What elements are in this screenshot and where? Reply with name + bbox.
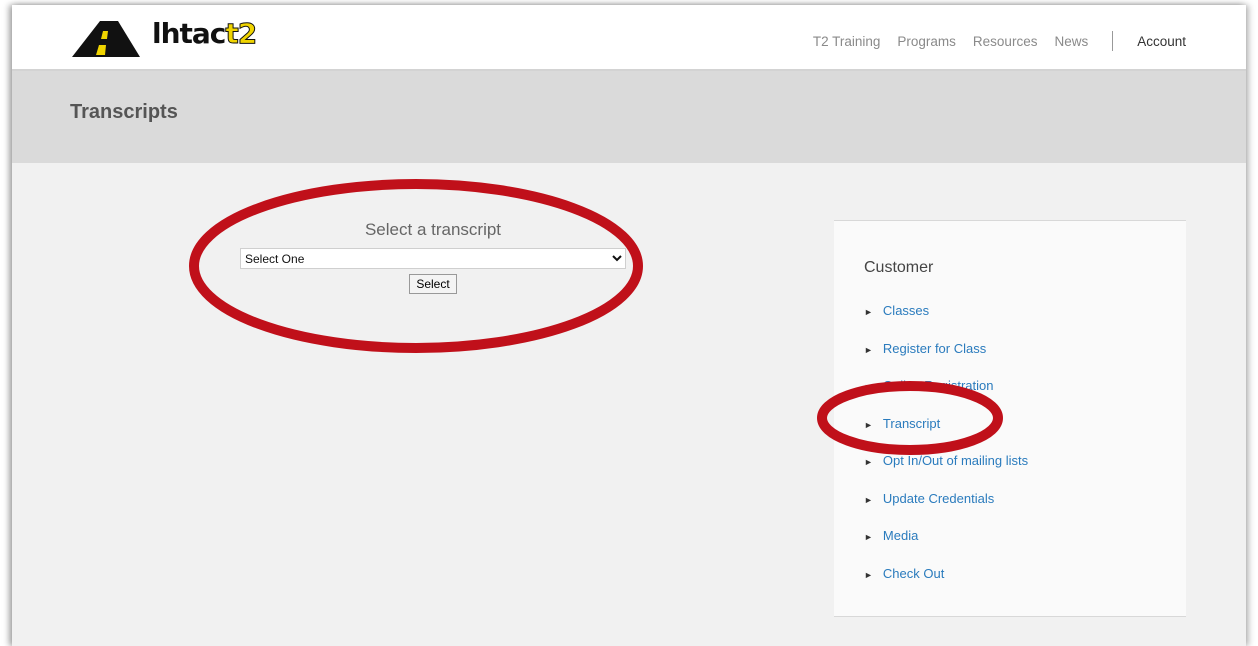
arrow-right-icon: ► — [864, 457, 873, 467]
page-banner: Transcripts — [12, 71, 1246, 163]
sidebar-title: Customer — [864, 259, 934, 276]
sidebar-item-online-registration[interactable]: ► Online Registration — [864, 378, 1028, 416]
picker-heading: Select a transcript — [364, 220, 502, 239]
top-navbar: lhtact2 T2 Training Programs Resources N… — [12, 5, 1246, 71]
site-logo[interactable]: lhtact2 — [152, 17, 258, 51]
sidebar-item-label[interactable]: Opt In/Out of mailing lists — [883, 453, 1028, 468]
arrow-right-icon: ► — [864, 307, 873, 317]
sidebar-item-label[interactable]: Update Credentials — [883, 491, 994, 506]
sidebar-item-update-credentials[interactable]: ► Update Credentials — [864, 491, 1028, 529]
arrow-right-icon: ► — [864, 382, 873, 392]
page-title: Transcripts — [70, 101, 178, 123]
sidebar-item-media[interactable]: ► Media — [864, 528, 1028, 566]
sidebar-item-register-for-class[interactable]: ► Register for Class — [864, 341, 1028, 379]
sidebar-item-check-out[interactable]: ► Check Out — [864, 566, 1028, 604]
arrow-right-icon: ► — [864, 532, 873, 542]
nav-t2-training[interactable]: T2 Training — [813, 34, 881, 49]
sidebar-item-mailing-lists[interactable]: ► Opt In/Out of mailing lists — [864, 453, 1028, 491]
arrow-right-icon: ► — [864, 569, 873, 580]
nav-programs[interactable]: Programs — [897, 34, 956, 49]
select-button[interactable]: Select — [409, 274, 457, 294]
sidebar-item-transcript[interactable]: ► Transcript — [864, 416, 1028, 454]
nav-divider — [1112, 31, 1114, 51]
sidebar-item-label[interactable]: Register for Class — [883, 341, 986, 356]
sidebar-item-label[interactable]: Media — [883, 528, 918, 543]
nav-news[interactable]: News — [1054, 34, 1088, 49]
arrow-right-icon: ► — [864, 419, 873, 430]
sidebar-item-label[interactable]: Online Registration — [883, 378, 994, 393]
main-nav: T2 Training Programs Resources News Acco… — [796, 31, 1186, 51]
sidebar-item-label[interactable]: Transcript — [883, 416, 940, 431]
logo-text-main: lhtac — [152, 17, 226, 50]
transcript-picker: Select a transcript Select One Select — [240, 220, 626, 294]
customer-sidebar: Customer ► Classes ► Register for Class ► O… — [834, 220, 1186, 617]
logo-text-accent: t2 — [225, 17, 258, 51]
sidebar-item-label[interactable]: Classes — [883, 303, 929, 318]
nav-resources[interactable]: Resources — [973, 34, 1038, 49]
road-logo-icon[interactable] — [70, 19, 142, 59]
sidebar-menu: ► Classes ► Register for Class ► Online Reg… — [864, 303, 1028, 603]
sidebar-item-classes[interactable]: ► Classes — [864, 303, 1028, 341]
arrow-right-icon: ► — [864, 344, 873, 355]
arrow-right-icon: ► — [864, 494, 873, 505]
nav-account[interactable]: Account — [1137, 34, 1186, 49]
transcript-select[interactable]: Select One — [240, 248, 626, 269]
page-frame: lhtact2 T2 Training Programs Resources N… — [12, 5, 1246, 646]
sidebar-item-label[interactable]: Check Out — [883, 566, 944, 581]
